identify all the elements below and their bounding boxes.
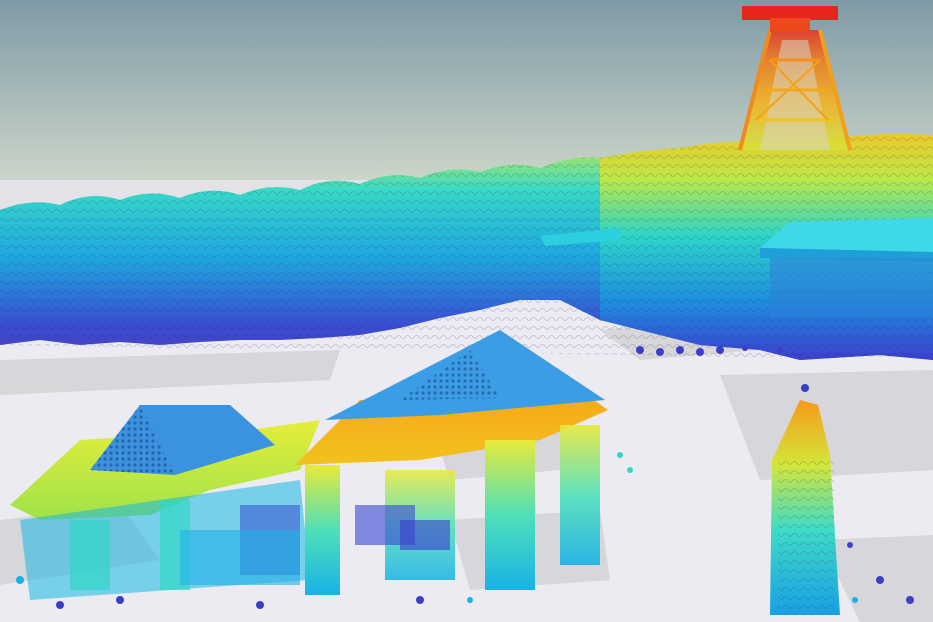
point-cloud-render (0, 0, 933, 622)
point-cloud-viewport[interactable] (0, 0, 933, 622)
